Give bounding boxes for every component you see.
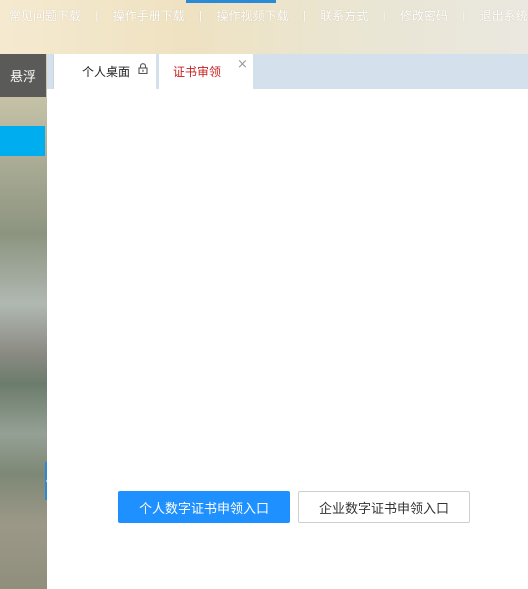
change-password-link[interactable]: 修改密码 xyxy=(400,7,448,24)
top-banner-accent xyxy=(186,0,276,3)
nav-separator: | xyxy=(461,8,466,22)
video-download-link[interactable]: 操作视频下载 xyxy=(216,7,288,24)
float-toggle-button[interactable]: 悬浮 xyxy=(0,54,46,97)
personal-cert-button[interactable]: 个人数字证书申领入口 xyxy=(118,491,290,523)
manual-download-link[interactable]: 操作手册下载 xyxy=(113,7,185,24)
tab-label: 个人桌面 xyxy=(82,65,131,79)
tab-strip: 个人桌面 证书审领 × xyxy=(47,54,528,89)
logout-link[interactable]: 退出系统 xyxy=(480,7,528,24)
top-banner: 常见问题下载 | 操作手册下载 | 操作视频下载 | 联系方式 | 修改密码 |… xyxy=(0,0,528,54)
contact-link[interactable]: 联系方式 xyxy=(320,7,368,24)
tab-cert-application[interactable]: 证书审领 × xyxy=(159,54,253,89)
top-nav: 常见问题下载 | 操作手册下载 | 操作视频下载 | 联系方式 | 修改密码 |… xyxy=(0,5,528,25)
tab-personal-desktop[interactable]: 个人桌面 xyxy=(53,54,156,89)
float-toggle-label: 悬浮 xyxy=(9,70,36,85)
nav-separator: | xyxy=(302,8,307,22)
sidebar: 悬浮 xyxy=(0,54,47,589)
sidebar-active-item[interactable] xyxy=(0,126,45,156)
tab-label: 证书审领 xyxy=(173,65,222,79)
nav-separator: | xyxy=(95,8,99,22)
nav-separator: | xyxy=(382,8,386,22)
main-content: 个人数字证书申领入口 企业数字证书申领入口 xyxy=(47,89,528,589)
faq-download-link[interactable]: 常见问题下载 xyxy=(9,7,81,24)
lock-icon xyxy=(138,63,148,74)
nav-separator: | xyxy=(198,8,203,22)
close-icon[interactable]: × xyxy=(237,58,248,72)
enterprise-cert-button[interactable]: 企业数字证书申领入口 xyxy=(298,491,470,523)
